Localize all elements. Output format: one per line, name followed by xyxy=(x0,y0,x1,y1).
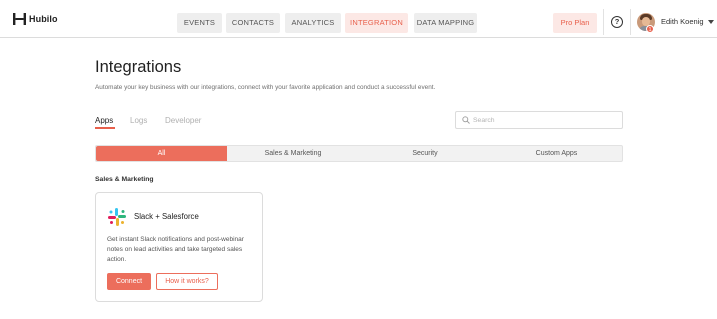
help-icon[interactable]: ? xyxy=(611,16,623,28)
nav-tab-data-mapping[interactable]: DATA MAPPING xyxy=(414,13,477,33)
hubilo-logo-icon xyxy=(13,13,26,25)
nav-tab-analytics[interactable]: ANALYTICS xyxy=(285,13,341,33)
slack-logo-icon xyxy=(108,208,126,226)
notification-badge: 1 xyxy=(646,25,654,33)
filter-sales-marketing[interactable]: Sales & Marketing xyxy=(227,146,359,161)
search-icon xyxy=(462,116,470,124)
tab-logs[interactable]: Logs xyxy=(130,116,147,125)
search-input[interactable] xyxy=(473,114,618,126)
header-divider xyxy=(603,9,604,35)
filter-all[interactable]: All xyxy=(96,146,227,161)
connect-button[interactable]: Connect xyxy=(107,273,151,290)
card-title: Slack + Salesforce xyxy=(134,212,199,221)
integration-card: Slack + Salesforce Get instant Slack not… xyxy=(95,192,263,302)
user-name: Edith Koenig xyxy=(661,17,704,26)
nav-tab-contacts[interactable]: CONTACTS xyxy=(226,13,280,33)
chevron-down-icon xyxy=(708,20,714,24)
pro-plan-button[interactable]: Pro Plan xyxy=(553,13,597,33)
tab-apps[interactable]: Apps xyxy=(95,116,113,125)
active-tab-indicator xyxy=(95,127,115,129)
tab-developer[interactable]: Developer xyxy=(165,116,201,125)
top-bar: Hubilo EVENTS CONTACTS ANALYTICS INTEGRA… xyxy=(0,0,717,38)
nav-tab-integration[interactable]: INTEGRATION xyxy=(345,13,408,33)
brand-name: Hubilo xyxy=(29,14,58,24)
filter-custom-apps[interactable]: Custom Apps xyxy=(491,146,622,161)
card-description: Get instant Slack notifications and post… xyxy=(107,236,244,263)
search-box[interactable] xyxy=(455,111,623,129)
page-title: Integrations xyxy=(95,58,182,76)
how-it-works-button[interactable]: How it works? xyxy=(156,273,218,290)
filter-security[interactable]: Security xyxy=(359,146,491,161)
header-divider xyxy=(630,9,631,35)
section-heading: Sales & Marketing xyxy=(95,176,154,183)
nav-tab-events[interactable]: EVENTS xyxy=(177,13,222,33)
category-filter-bar: All Sales & Marketing Security Custom Ap… xyxy=(95,145,623,162)
brand-logo[interactable]: Hubilo xyxy=(13,13,58,25)
page-subtitle: Automate your key business with our inte… xyxy=(95,84,436,91)
